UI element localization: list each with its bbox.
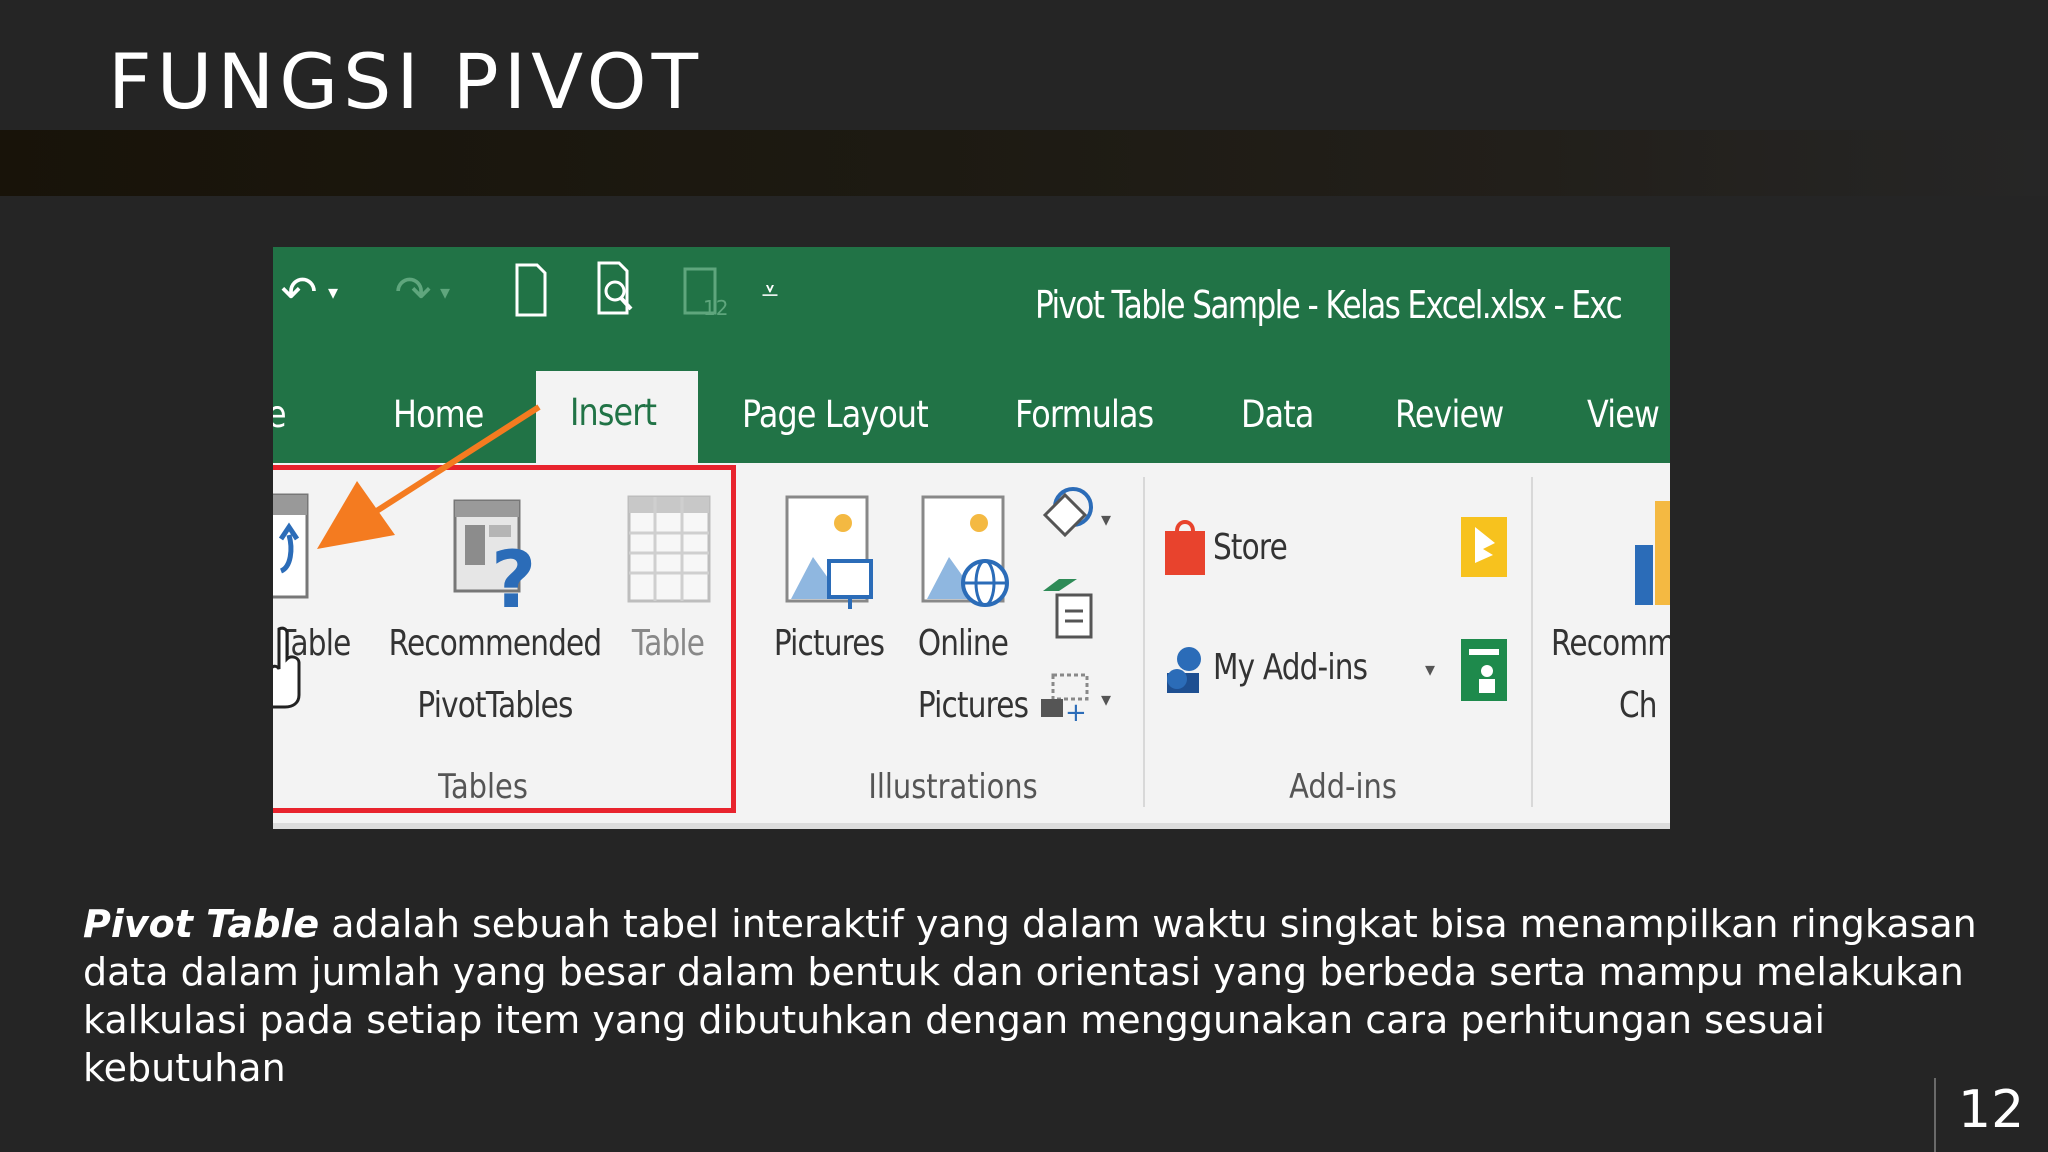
tab-file-cut[interactable]: e — [273, 373, 287, 463]
group-separator — [1143, 477, 1145, 807]
tab-insert[interactable]: Insert — [536, 371, 698, 463]
pictures-icon[interactable] — [783, 495, 875, 613]
window-title: Pivot Table Sample - Kelas Excel.xlsx - … — [1035, 283, 1623, 327]
slide-title: FUNGSI PIVOT — [108, 37, 704, 126]
online-pictures-icon[interactable] — [919, 495, 1011, 613]
tab-insert-label: Insert — [570, 391, 657, 434]
page-number-divider — [1934, 1078, 1936, 1152]
tab-page-layout[interactable]: Page Layout — [742, 373, 929, 463]
group-separator — [1531, 477, 1533, 807]
online-pictures-line1[interactable]: Online — [906, 623, 1021, 664]
page-number: 12 — [1958, 1080, 2025, 1140]
my-addins-dropdown-icon[interactable]: ▾ — [1425, 657, 1435, 682]
tab-data[interactable]: Data — [1241, 373, 1314, 463]
body-term: Pivot Table — [83, 902, 320, 946]
redo-icon[interactable]: ↷ — [391, 257, 435, 327]
customize-quick-access-icon[interactable]: ⩡ — [753, 257, 787, 327]
title-band — [0, 130, 2048, 196]
shapes-icon[interactable] — [1039, 485, 1103, 545]
ribbon-bottom-border — [273, 823, 1670, 829]
recommended-charts-line1[interactable]: Recomm — [1551, 623, 1670, 664]
print-preview-icon[interactable] — [595, 259, 643, 319]
svg-text:12: 12 — [703, 296, 728, 319]
tab-view[interactable]: View — [1587, 373, 1660, 463]
screenshot-icon[interactable]: + — [1039, 671, 1095, 727]
store-icon[interactable] — [1163, 517, 1207, 577]
excel-ribbon-screenshot: ↶ ▾ ↷ ▾ 12 ⩡ Pivot Table Sample - Kelas … — [273, 247, 1670, 829]
recommended-charts-line2[interactable]: Ch — [1619, 685, 1668, 726]
svg-text:+: + — [1065, 698, 1087, 727]
people-graph-icon[interactable] — [1461, 639, 1507, 701]
arrow-icon — [317, 404, 541, 549]
online-pictures-line2[interactable]: Pictures — [907, 685, 1038, 726]
undo-dropdown-icon[interactable]: ▾ — [323, 257, 343, 327]
body-paragraph: Pivot Table adalah sebuah tabel interakt… — [83, 900, 1983, 1092]
shapes-dropdown-icon[interactable]: ▾ — [1101, 507, 1111, 532]
touch-mode-icon[interactable]: 12 — [681, 259, 729, 319]
smartart-icon[interactable] — [1039, 577, 1095, 641]
pictures-label[interactable]: Pictures — [772, 623, 887, 664]
bing-icon[interactable] — [1461, 517, 1507, 577]
new-file-icon[interactable] — [513, 261, 549, 319]
redo-dropdown-icon[interactable]: ▾ — [435, 257, 455, 327]
tab-formulas[interactable]: Formulas — [1015, 373, 1154, 463]
undo-icon[interactable]: ↶ — [277, 257, 321, 327]
tab-review[interactable]: Review — [1395, 373, 1504, 463]
my-addins-label[interactable]: My Add-ins — [1213, 647, 1368, 688]
screenshot-dropdown-icon[interactable]: ▾ — [1101, 687, 1111, 712]
my-addins-icon[interactable] — [1163, 643, 1207, 697]
group-addins-label: Add-ins — [1289, 767, 1397, 807]
store-label[interactable]: Store — [1213, 527, 1288, 568]
body-description: adalah sebuah tabel interaktif yang dala… — [83, 902, 1977, 1090]
group-illustrations-label: Illustrations — [868, 767, 1038, 807]
recommended-charts-icon[interactable] — [1633, 501, 1670, 607]
